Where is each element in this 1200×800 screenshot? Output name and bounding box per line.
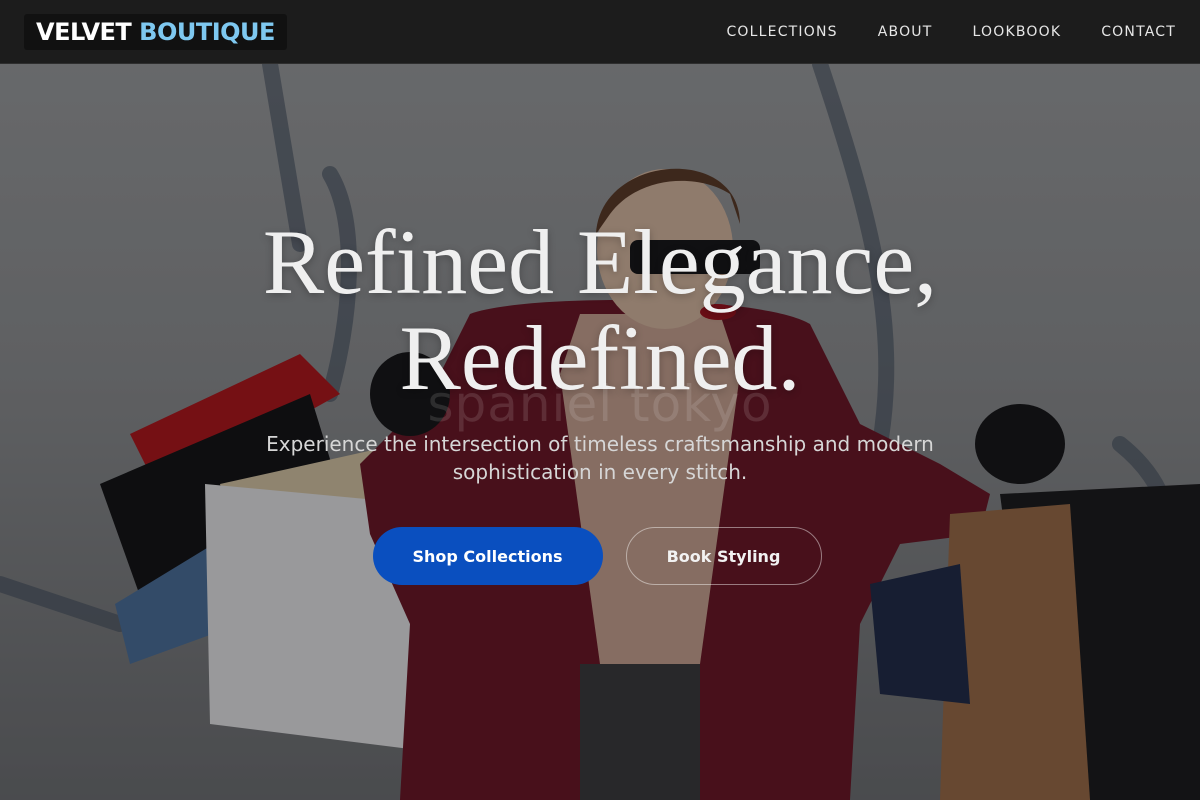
main-nav: COLLECTIONS ABOUT LOOKBOOK CONTACT	[726, 24, 1176, 40]
nav-link-collections[interactable]: COLLECTIONS	[726, 24, 837, 40]
nav-link-about[interactable]: ABOUT	[878, 24, 933, 40]
logo-word-velvet: VELVET	[36, 17, 132, 46]
hero-subtitle-line2: sophistication in every stitch.	[452, 460, 748, 484]
hero-subtitle-line1: Experience the intersection of timeless …	[266, 432, 934, 456]
site-header: VELVET BOUTIQUE COLLECTIONS ABOUT LOOKBO…	[0, 0, 1200, 64]
hero-title-line1: Refined Elegance,	[262, 211, 938, 313]
nav-link-contact[interactable]: CONTACT	[1101, 24, 1176, 40]
logo-word-boutique: BOUTIQUE	[139, 17, 275, 46]
shop-collections-button[interactable]: Shop Collections	[372, 527, 603, 585]
image-watermark: spaniel tokyo	[427, 375, 773, 433]
hero-subtitle: Experience the intersection of timeless …	[250, 430, 950, 486]
brand-logo[interactable]: VELVET BOUTIQUE	[24, 13, 287, 50]
nav-link-lookbook[interactable]: LOOKBOOK	[973, 24, 1062, 40]
book-styling-button[interactable]: Book Styling	[625, 527, 822, 585]
hero-section: Refined Elegance, Redefined. spaniel tok…	[0, 64, 1200, 800]
hero-content: Refined Elegance, Redefined. spaniel tok…	[0, 64, 1200, 800]
hero-cta-group: Shop Collections Book Styling	[0, 527, 1200, 585]
